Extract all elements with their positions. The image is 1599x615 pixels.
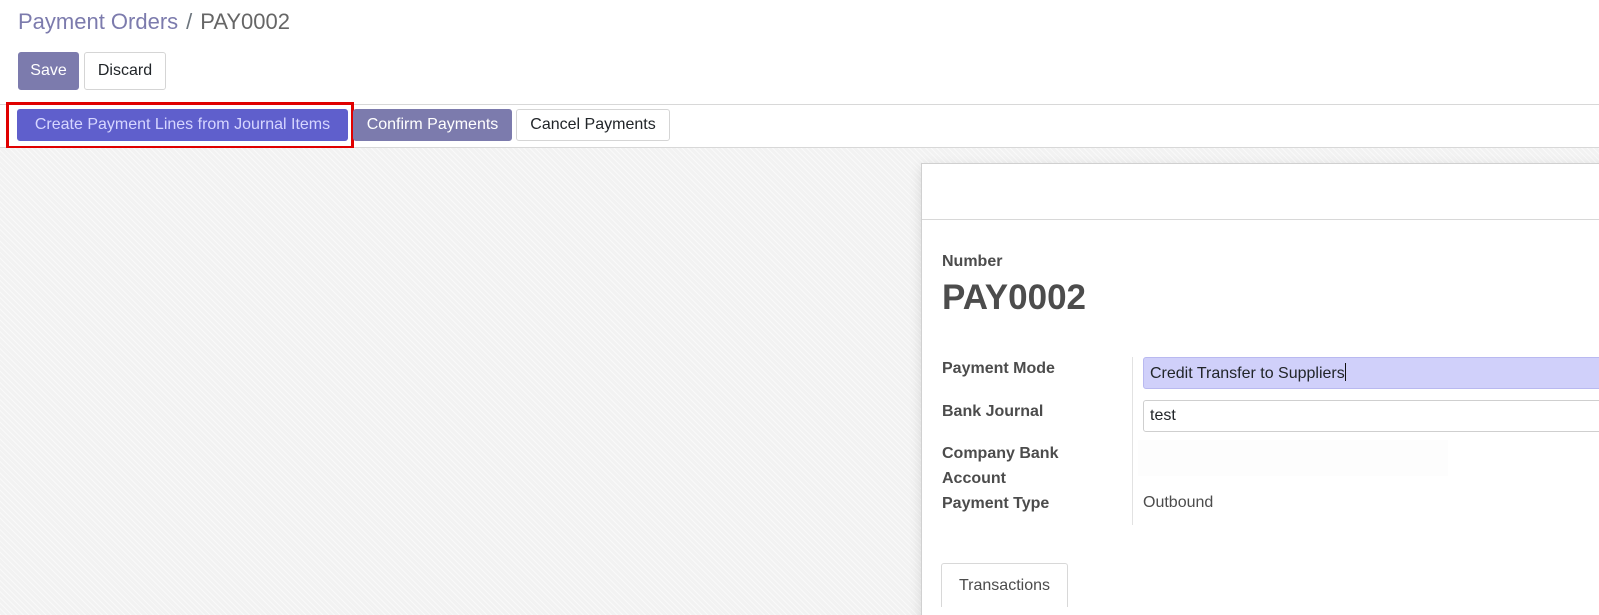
discard-button[interactable]: Discard [84, 52, 166, 90]
breadcrumb-current: PAY0002 [200, 9, 290, 34]
company-bank-account-label-line1: Company Bank [942, 445, 1059, 462]
form-sheet: Number PAY0002 Payment Mode Credit Trans… [921, 163, 1599, 615]
bank-journal-field[interactable]: test [1143, 400, 1599, 432]
company-bank-account-field[interactable] [1138, 440, 1448, 476]
text-caret [1344, 363, 1346, 381]
number-label: Number [942, 253, 1003, 270]
tab-transactions[interactable]: Transactions [941, 563, 1068, 607]
payment-type-value: Outbound [1143, 494, 1214, 511]
cancel-payments-button[interactable]: Cancel Payments [516, 109, 670, 141]
payment-mode-value: Credit Transfer to Suppliers [1150, 365, 1345, 382]
field-separator [1132, 357, 1133, 525]
breadcrumb-separator: / [186, 9, 193, 34]
save-button[interactable]: Save [18, 52, 79, 90]
confirm-payments-button[interactable]: Confirm Payments [353, 109, 512, 141]
payment-mode-field[interactable]: Credit Transfer to Suppliers [1143, 357, 1599, 389]
number-value: PAY0002 [942, 278, 1087, 317]
company-bank-account-label-line2: Account [942, 470, 1006, 487]
breadcrumb: Payment Orders / PAY0002 [18, 8, 290, 36]
bank-journal-label: Bank Journal [942, 403, 1044, 420]
create-payment-lines-button[interactable]: Create Payment Lines from Journal Items [17, 109, 348, 141]
sheet-header [922, 164, 1599, 220]
company-bank-account-label: Company Bank Account [942, 441, 1132, 491]
payment-type-label: Payment Type [942, 495, 1050, 512]
payment-mode-label: Payment Mode [942, 360, 1055, 377]
breadcrumb-payment-orders-link[interactable]: Payment Orders [18, 8, 178, 36]
control-panel: Payment Orders / PAY0002 Save Discard [0, 0, 1599, 105]
